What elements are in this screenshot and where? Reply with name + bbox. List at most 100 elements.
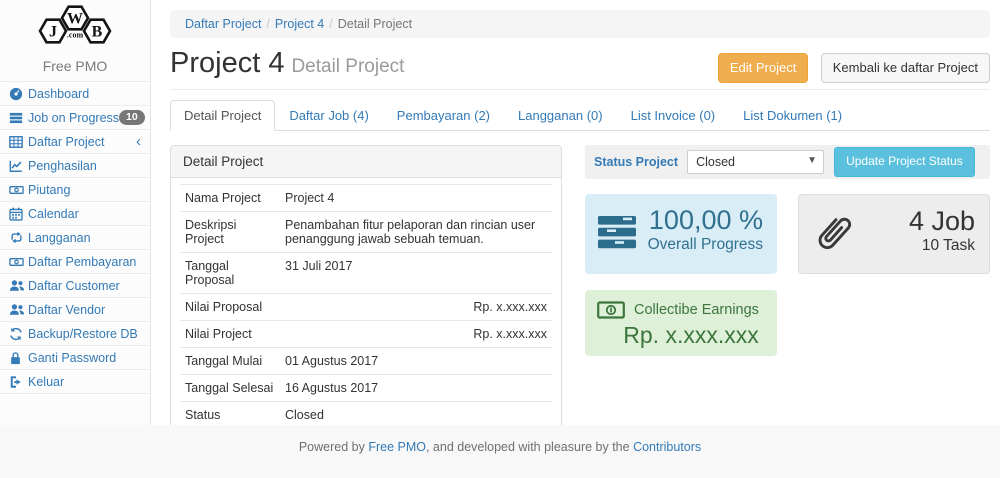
row-label: Nama Project <box>180 185 280 212</box>
sidebar-item-dashboard[interactable]: Dashboard <box>0 82 150 106</box>
overall-progress-card: 100,00 % Overall Progress <box>585 194 777 274</box>
table-row: Tanggal Selesai16 Agustus 2017 <box>180 375 552 402</box>
detail-project-table: Nama ProjectProject 4Deskripsi ProjectPe… <box>180 184 552 455</box>
update-project-status-button[interactable]: Update Project Status <box>834 147 975 176</box>
tab-pembayaran-2[interactable]: Pembayaran (2) <box>383 100 504 131</box>
table-icon <box>9 135 28 149</box>
row-label: Nilai Project <box>180 321 280 348</box>
free-pmo-app: J W B .com Free PMO Dashboard Job on Prog… <box>0 0 1000 478</box>
sidebar-item-label: Ganti Password <box>28 351 116 365</box>
sidebar-item-label: Daftar Vendor <box>28 303 105 317</box>
table-row: Tanggal Mulai01 Agustus 2017 <box>180 348 552 375</box>
count-badge: 10 <box>119 110 145 125</box>
status-project-label: Status Project <box>594 155 678 169</box>
sidebar-item-job-on-progress[interactable]: Job on Progress10 <box>0 106 150 130</box>
sidebar-item-label: Daftar Customer <box>28 279 120 293</box>
row-value: Rp. x.xxx.xxx <box>280 321 552 348</box>
table-row: Deskripsi ProjectPenambahan fitur pelapo… <box>180 212 552 253</box>
sidebar-menu: DashboardJob on Progress10Daftar Project… <box>0 81 150 394</box>
brand-name: Free PMO <box>0 58 150 74</box>
tab-list-dokumen-1[interactable]: List Dokumen (1) <box>729 100 856 131</box>
right-column: Status Project Closed ▼ Update Project S… <box>585 145 990 465</box>
sidebar-item-label: Job on Progress <box>28 111 119 125</box>
money-icon <box>9 183 28 197</box>
detail-project-panel: Detail Project Nama ProjectProject 4Desk… <box>170 145 562 465</box>
breadcrumb-separator: / <box>329 17 332 31</box>
table-row: Nilai ProjectRp. x.xxx.xxx <box>180 321 552 348</box>
logo-com-text: .com <box>67 31 84 40</box>
users-icon <box>9 279 28 292</box>
retweet-icon <box>9 231 28 244</box>
page-title: Project 4 <box>170 47 284 79</box>
collectible-earnings-card: Collectibe Earnings Rp. x.xxx.xxx <box>585 290 777 356</box>
tab-bar: Detail ProjectDaftar Job (4)Pembayaran (… <box>170 100 990 131</box>
back-to-project-list-button[interactable]: Kembali ke daftar Project <box>821 53 990 83</box>
logo-letter-w: W <box>67 11 83 28</box>
contributors-link[interactable]: Contributors <box>633 440 701 454</box>
sidebar-item-label: Langganan <box>28 231 91 245</box>
sidebar-item-label: Piutang <box>28 183 70 197</box>
sidebar-item-langganan[interactable]: Langganan <box>0 226 150 250</box>
paperclip-icon <box>812 210 854 263</box>
breadcrumb-item-project-4[interactable]: Project 4 <box>275 17 324 31</box>
sidebar-item-label: Keluar <box>28 375 64 389</box>
row-label: Tanggal Proposal <box>180 253 280 294</box>
logo-letter-j: J <box>49 24 57 41</box>
sidebar-item-daftar-pembayaran[interactable]: Daftar Pembayaran <box>0 250 150 274</box>
row-label: Deskripsi Project <box>180 212 280 253</box>
tab-detail-project[interactable]: Detail Project <box>170 100 275 131</box>
breadcrumb-separator: / <box>266 17 269 31</box>
tab-daftar-job-4[interactable]: Daftar Job (4) <box>275 100 382 131</box>
row-label: Tanggal Mulai <box>180 348 280 375</box>
dashboard-icon <box>9 87 28 101</box>
sidebar-item-piutang[interactable]: Piutang <box>0 178 150 202</box>
edit-project-button[interactable]: Edit Project <box>718 53 808 83</box>
row-value: Project 4 <box>280 185 552 212</box>
free-pmo-link[interactable]: Free PMO <box>368 440 426 454</box>
sidebar-item-ganti-password[interactable]: Ganti Password <box>0 346 150 370</box>
sidebar-item-calendar[interactable]: Calendar <box>0 202 150 226</box>
sidebar-item-label: Daftar Pembayaran <box>28 255 136 269</box>
sidebar-item-label: Penghasilan <box>28 159 97 173</box>
sidebar-item-label: Daftar Project <box>28 135 104 149</box>
job-task-card: 4 Job 10 Task <box>798 194 990 274</box>
row-value: Penambahan fitur pelaporan dan rincian u… <box>280 212 552 253</box>
money-icon <box>597 300 625 320</box>
sidebar-item-daftar-project[interactable]: Daftar Project‹ <box>0 130 150 154</box>
main-content: Daftar Project/Project 4/Detail Project … <box>152 0 1000 425</box>
sidebar-item-label: Dashboard <box>28 87 89 101</box>
users-icon <box>9 303 28 316</box>
sidebar-item-daftar-customer[interactable]: Daftar Customer <box>0 274 150 298</box>
breadcrumb-item-detail-project: Detail Project <box>338 17 412 31</box>
money-icon <box>9 255 28 269</box>
sign-out-icon <box>9 375 28 389</box>
earnings-label: Collectibe Earnings <box>634 302 759 318</box>
jwb-logo-icon: J W B .com <box>15 4 135 50</box>
table-row: Tanggal Proposal31 Juli 2017 <box>180 253 552 294</box>
sidebar-item-daftar-vendor[interactable]: Daftar Vendor <box>0 298 150 322</box>
row-value: 01 Agustus 2017 <box>280 348 552 375</box>
lock-icon <box>9 351 28 365</box>
tasks-icon <box>598 216 638 254</box>
jwb-logo: J W B .com <box>0 0 150 55</box>
calendar-icon <box>9 207 28 221</box>
sidebar-item-keluar[interactable]: Keluar <box>0 370 150 394</box>
row-value: 31 Juli 2017 <box>280 253 552 294</box>
sidebar-item-penghasilan[interactable]: Penghasilan <box>0 154 150 178</box>
footer: Powered by Free PMO, and developed with … <box>0 425 1000 478</box>
breadcrumb: Daftar Project / Project 4 / Detail Project <box>170 10 990 38</box>
status-project-select[interactable]: Closed ▼ <box>687 150 824 174</box>
status-select-value: Closed <box>696 155 735 169</box>
footer-text-2: , and developed with pleasure by the <box>426 440 633 454</box>
line-chart-icon <box>9 159 28 173</box>
row-label: Nilai Proposal <box>180 294 280 321</box>
row-label: Tanggal Selesai <box>180 375 280 402</box>
breadcrumb-item-daftar-project[interactable]: Daftar Project <box>185 17 261 31</box>
tab-list-invoice-0[interactable]: List Invoice (0) <box>617 100 730 131</box>
status-project-bar: Status Project Closed ▼ Update Project S… <box>585 145 990 179</box>
sidebar-item-backup-restore-db[interactable]: Backup/Restore DB <box>0 322 150 346</box>
page-subtitle: Detail Project <box>291 56 404 77</box>
tab-langganan-0[interactable]: Langganan (0) <box>504 100 617 131</box>
tasks-icon <box>9 111 28 125</box>
earnings-value: Rp. x.xxx.xxx <box>597 322 767 349</box>
